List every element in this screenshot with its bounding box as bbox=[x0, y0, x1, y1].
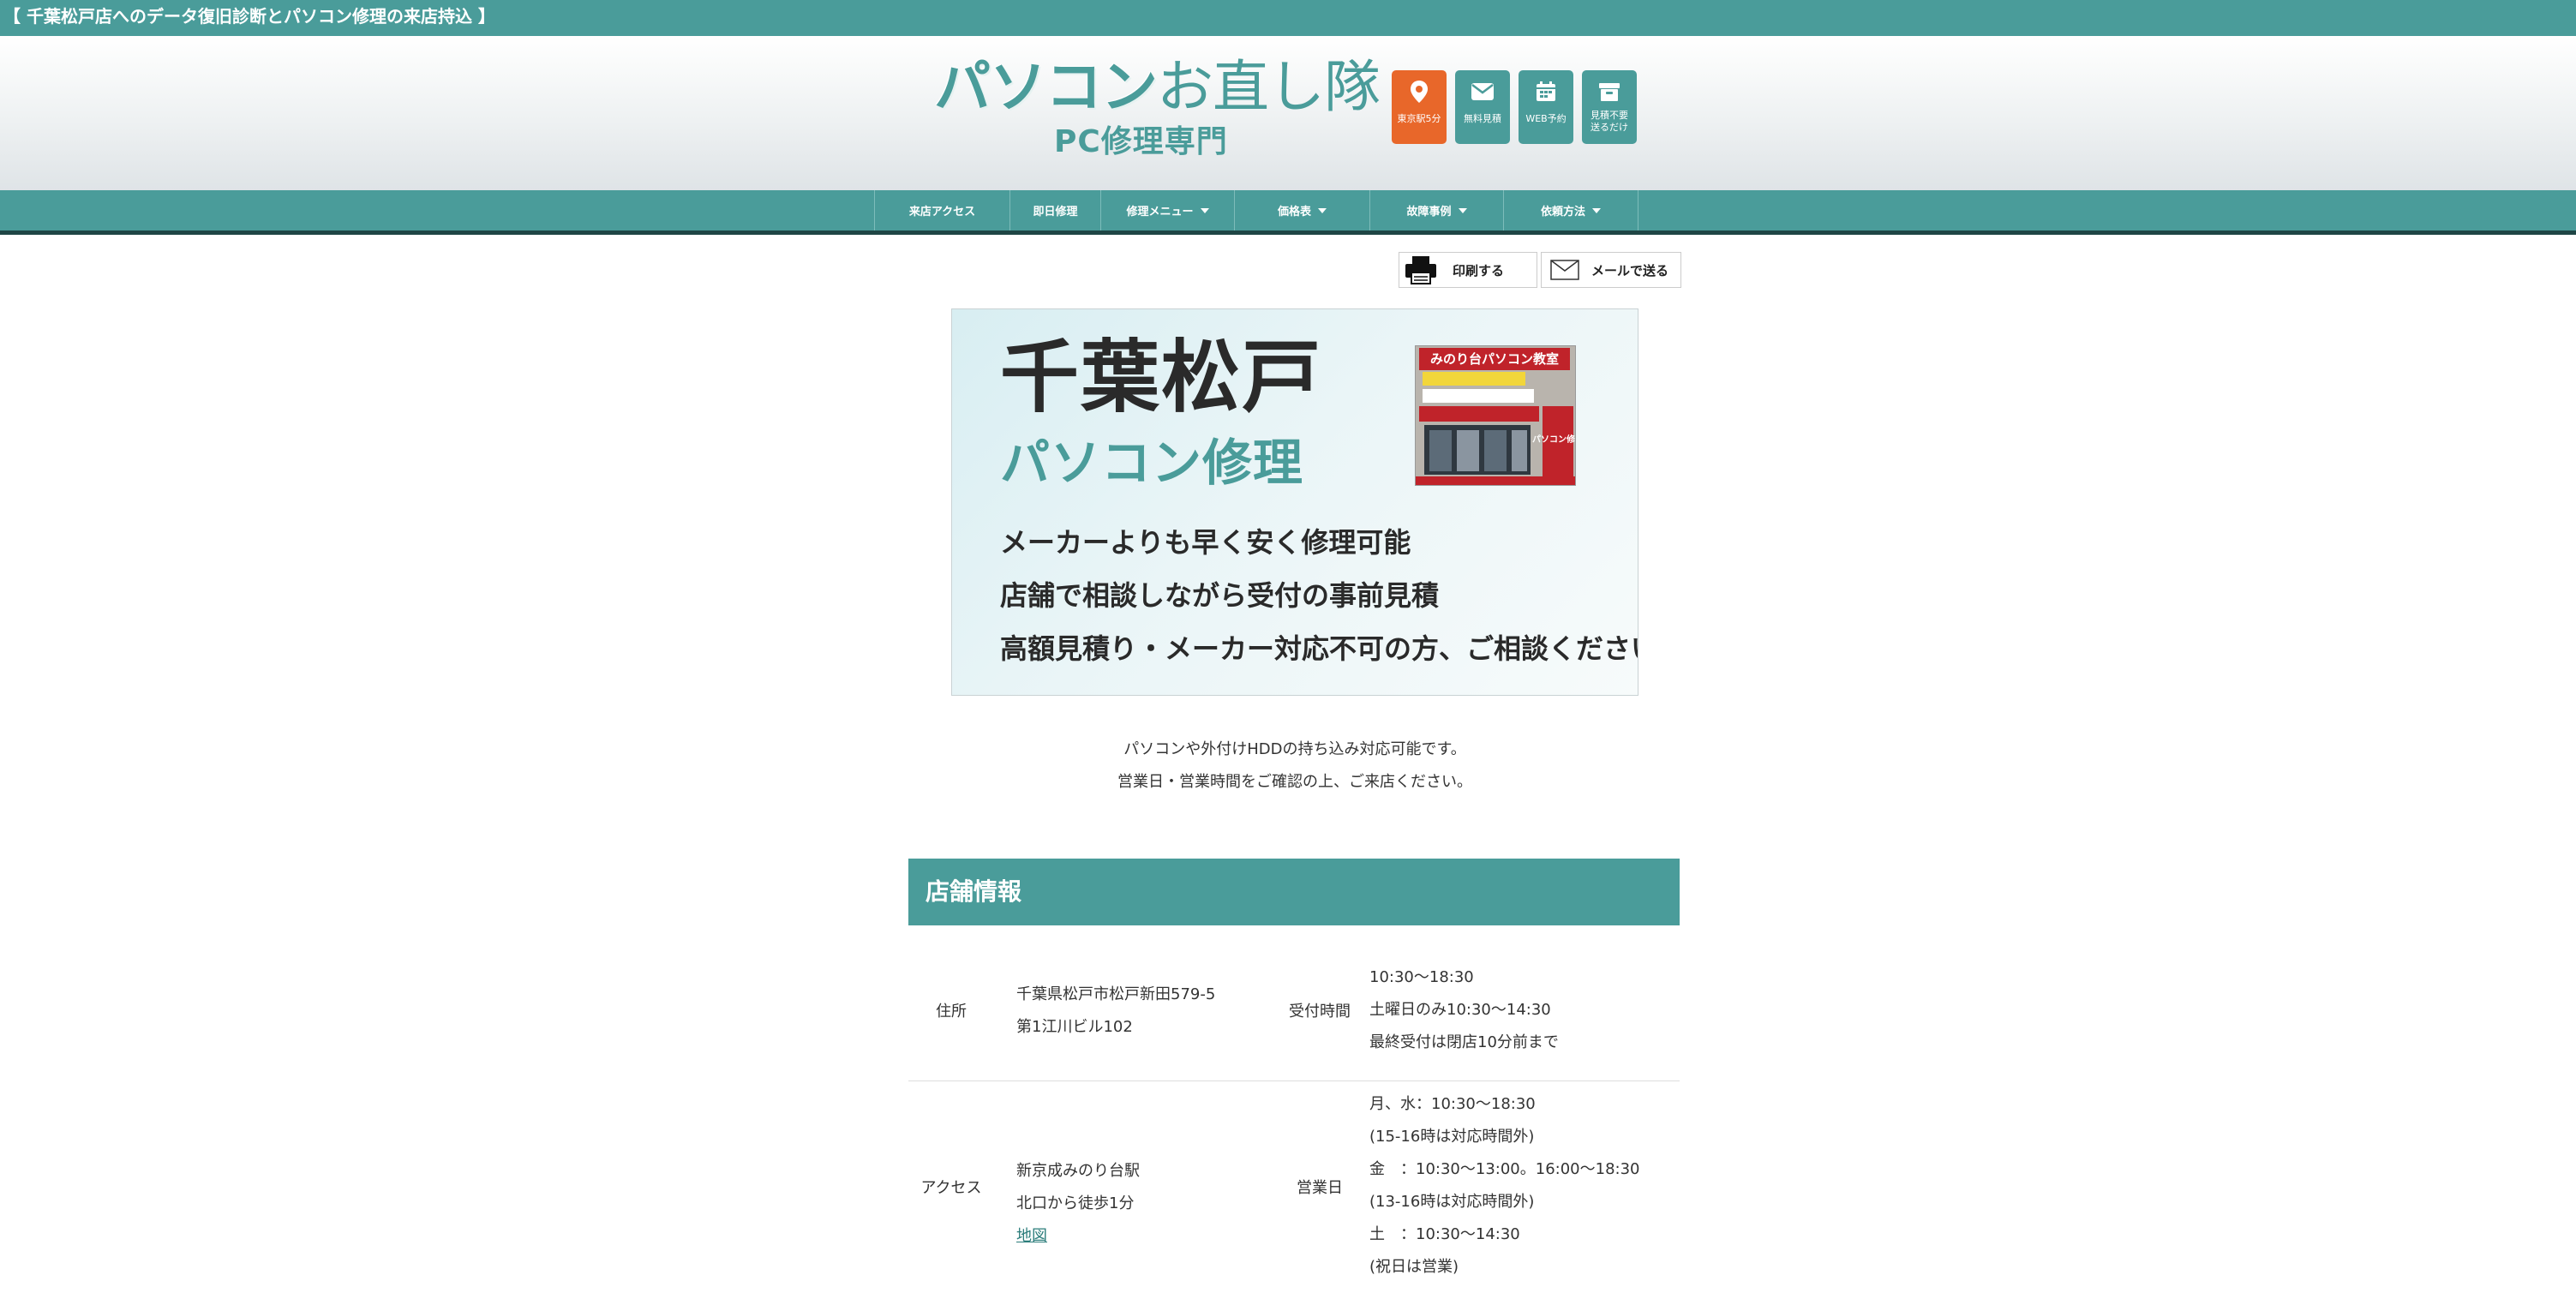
nav-item-how-to-request[interactable]: 依頼方法 bbox=[1503, 190, 1638, 230]
envelope-icon bbox=[1550, 260, 1579, 280]
print-button-label: 印刷する bbox=[1453, 262, 1505, 278]
send-only-label: 見積不要 送るだけ bbox=[1591, 110, 1628, 133]
chevron-down-icon bbox=[1200, 207, 1209, 213]
nav-items: 来店アクセス 即日修理 修理メニュー 価格表 故障事例 依頼方法 bbox=[874, 190, 1638, 230]
banner-line: メーカーよりも早く安く修理可能 bbox=[1000, 526, 1411, 559]
logo-light-text: お直し隊 bbox=[1157, 54, 1381, 120]
logo-subtitle: PC修理専門 bbox=[1054, 124, 1228, 159]
row-label: 受付時間 bbox=[1289, 1003, 1351, 1021]
intro-line: 営業日・営業時間をご確認の上、ご来店ください。 bbox=[1117, 773, 1472, 791]
chevron-down-icon bbox=[1592, 207, 1601, 213]
nav-item-case-studies[interactable]: 故障事例 bbox=[1369, 190, 1503, 230]
top-title-bar: 【 千葉松戸店へのデータ復旧診断とパソコン修理の来店持込 】 bbox=[0, 0, 2576, 36]
page-tools: 印刷する メールで送る bbox=[1399, 252, 1681, 288]
access-button[interactable]: 東京駅5分 bbox=[1392, 70, 1447, 144]
free-estimate-label: 無料見積 bbox=[1464, 113, 1501, 124]
send-only-button[interactable]: 見積不要 送るだけ bbox=[1582, 70, 1637, 144]
row-label: 住所 bbox=[936, 1003, 967, 1021]
access-value: 新京成みのり台駅 北口から徒歩1分 地図 bbox=[1016, 1162, 1140, 1245]
chevron-down-icon bbox=[1458, 207, 1467, 213]
row-label: 営業日 bbox=[1297, 1179, 1343, 1197]
mail-button-label: メールで送る bbox=[1591, 262, 1669, 278]
nav-item-repair-menu[interactable]: 修理メニュー bbox=[1100, 190, 1234, 230]
business-days-value: 月、水：10:30〜18:30 (15-16時は対応時間外) 金 ：10:30〜… bbox=[1369, 1095, 1640, 1276]
box-icon bbox=[1582, 79, 1637, 105]
photo-sign-side: パソコン修理 bbox=[1532, 434, 1576, 445]
table-row: アクセス 新京成みのり台駅 北口から徒歩1分 地図 営業日 月、水：10:30〜… bbox=[908, 1081, 1680, 1299]
nav-item-price-list[interactable]: 価格表 bbox=[1234, 190, 1369, 230]
web-reservation-label: WEB予約 bbox=[1525, 113, 1567, 124]
intro-text: パソコンや外付けHDDの持ち込み対応可能です。 営業日・営業時間をご確認の上、ご… bbox=[951, 733, 1638, 799]
chevron-down-icon bbox=[1318, 207, 1327, 213]
printer-icon bbox=[1405, 255, 1437, 284]
mail-button[interactable]: メールで送る bbox=[1541, 252, 1681, 288]
free-estimate-button[interactable]: 無料見積 bbox=[1455, 70, 1510, 144]
calendar-icon bbox=[1519, 79, 1573, 105]
address-value: 千葉県松戸市松戸新田579-5 第1江川ビル102 bbox=[1016, 985, 1216, 1036]
reception-hours-value: 10:30〜18:30 土曜日のみ10:30〜14:30 最終受付は閉店10分前… bbox=[1369, 968, 1559, 1051]
site-header: パソコンお直し隊 PC修理専門 東京駅5分 無料見積 WEB予約 見積不要 送る… bbox=[0, 36, 2576, 190]
banner-title-service: パソコン修理 bbox=[1000, 434, 1304, 492]
banner-line: 高額見積り・メーカー対応不可の方、ご相談ください bbox=[1000, 632, 1638, 665]
logo-strong-text: パソコン bbox=[934, 54, 1158, 120]
nav-item-same-day-repair[interactable]: 即日修理 bbox=[1009, 190, 1100, 230]
main-nav: 来店アクセス 即日修理 修理メニュー 価格表 故障事例 依頼方法 bbox=[0, 190, 2576, 235]
storefront-photo: みのり台パソコン教室 パソコン修理 bbox=[1415, 345, 1576, 486]
envelope-icon bbox=[1455, 79, 1510, 105]
page-heading: 【 千葉松戸店へのデータ復旧診断とパソコン修理の来店持込 】 bbox=[3, 6, 495, 27]
web-reservation-button[interactable]: WEB予約 bbox=[1519, 70, 1573, 144]
banner-line: 店舗で相談しながら受付の事前見積 bbox=[1000, 579, 1440, 612]
nav-item-access[interactable]: 来店アクセス bbox=[874, 190, 1009, 230]
store-info-heading: 店舗情報 bbox=[908, 859, 1680, 925]
banner-title-location: 千葉松戸 bbox=[1000, 332, 1323, 423]
map-link[interactable]: 地図 bbox=[1016, 1227, 1047, 1245]
table-row: 住所 千葉県松戸市松戸新田579-5 第1江川ビル102 受付時間 10:30〜… bbox=[908, 943, 1680, 1081]
intro-line: パソコンや外付けHDDの持ち込み対応可能です。 bbox=[1123, 740, 1466, 758]
row-label: アクセス bbox=[920, 1179, 982, 1197]
map-pin-icon bbox=[1392, 79, 1447, 105]
logo-main-text: パソコンお直し隊 bbox=[934, 53, 1381, 122]
store-banner: 千葉松戸 パソコン修理 メーカーよりも早く安く修理可能 店舗で相談しながら受付の… bbox=[951, 308, 1638, 696]
site-logo[interactable]: パソコンお直し隊 PC修理専門 bbox=[934, 53, 1381, 165]
photo-sign-text: みのり台パソコン教室 bbox=[1430, 351, 1559, 367]
print-button[interactable]: 印刷する bbox=[1399, 252, 1537, 288]
access-button-label: 東京駅5分 bbox=[1397, 113, 1441, 124]
